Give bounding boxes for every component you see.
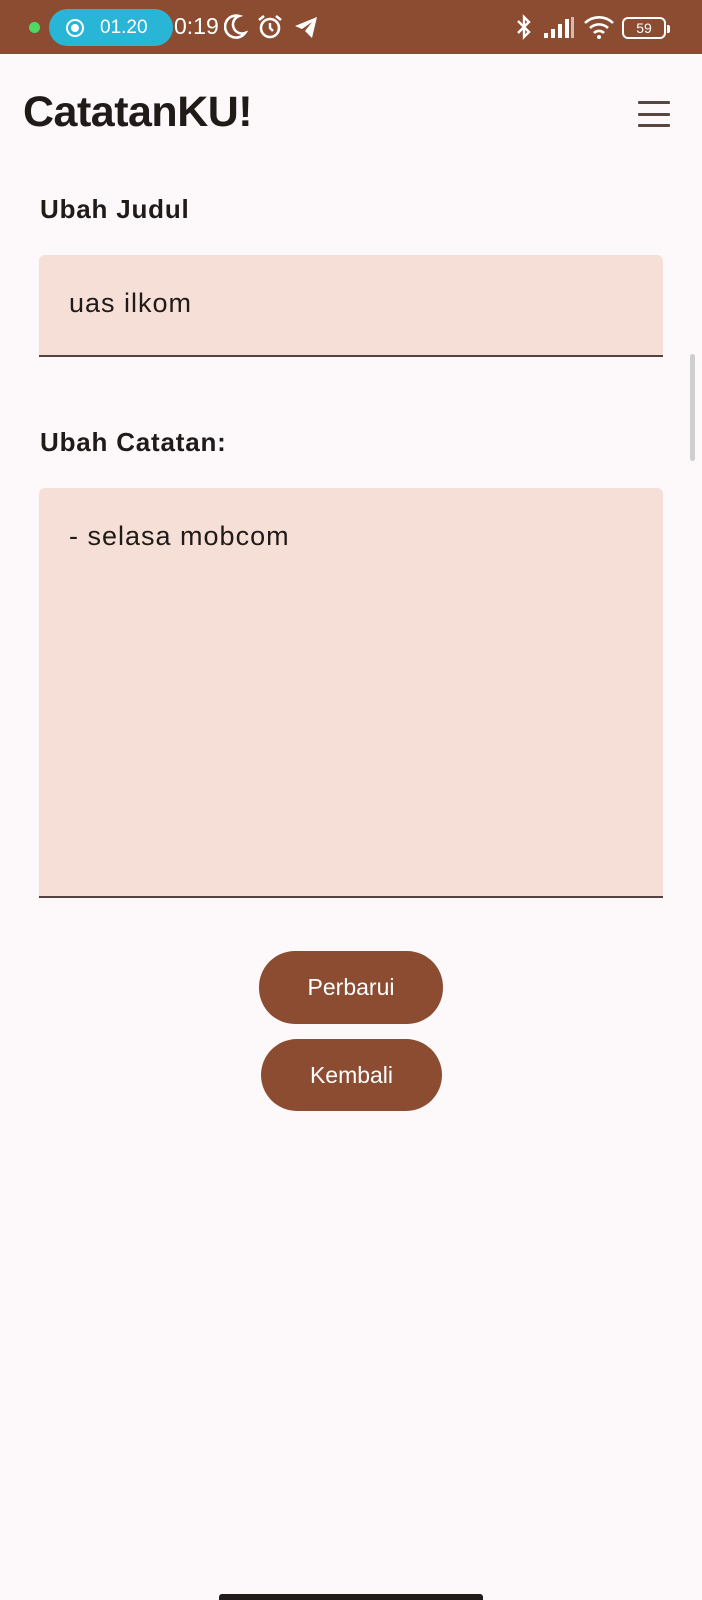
scrollbar[interactable] xyxy=(690,354,695,461)
note-textarea-value: - selasa mobcom xyxy=(69,521,290,551)
telegram-icon xyxy=(295,17,317,38)
title-input[interactable]: uas ilkom xyxy=(39,255,663,357)
app-title: CatatanKU! xyxy=(23,88,253,136)
gesture-navigation-bar[interactable] xyxy=(219,1594,483,1600)
status-clock: 0:19 xyxy=(174,13,219,39)
recording-time: 01.20 xyxy=(100,16,148,38)
wifi-icon xyxy=(584,16,614,39)
note-field-label: Ubah Catatan: xyxy=(40,427,227,457)
battery-level: 59 xyxy=(636,20,652,36)
status-bar: 01.20 0:19 59 xyxy=(0,0,702,54)
hamburger-menu-icon[interactable] xyxy=(634,98,674,130)
recording-icon xyxy=(66,18,84,37)
moon-icon xyxy=(224,14,248,39)
alarm-icon xyxy=(258,14,282,39)
screen-recording-pill[interactable]: 01.20 xyxy=(49,9,173,46)
bluetooth-icon xyxy=(517,14,531,40)
title-field-label: Ubah Judul xyxy=(40,194,190,224)
note-textarea[interactable]: - selasa mobcom xyxy=(39,488,663,898)
update-button[interactable]: Perbarui xyxy=(259,951,443,1024)
battery-icon: 59 xyxy=(622,17,670,39)
signal-icon xyxy=(544,17,574,38)
title-input-value: uas ilkom xyxy=(69,288,193,318)
back-button[interactable]: Kembali xyxy=(261,1039,442,1111)
recording-indicator-dot xyxy=(29,22,40,33)
